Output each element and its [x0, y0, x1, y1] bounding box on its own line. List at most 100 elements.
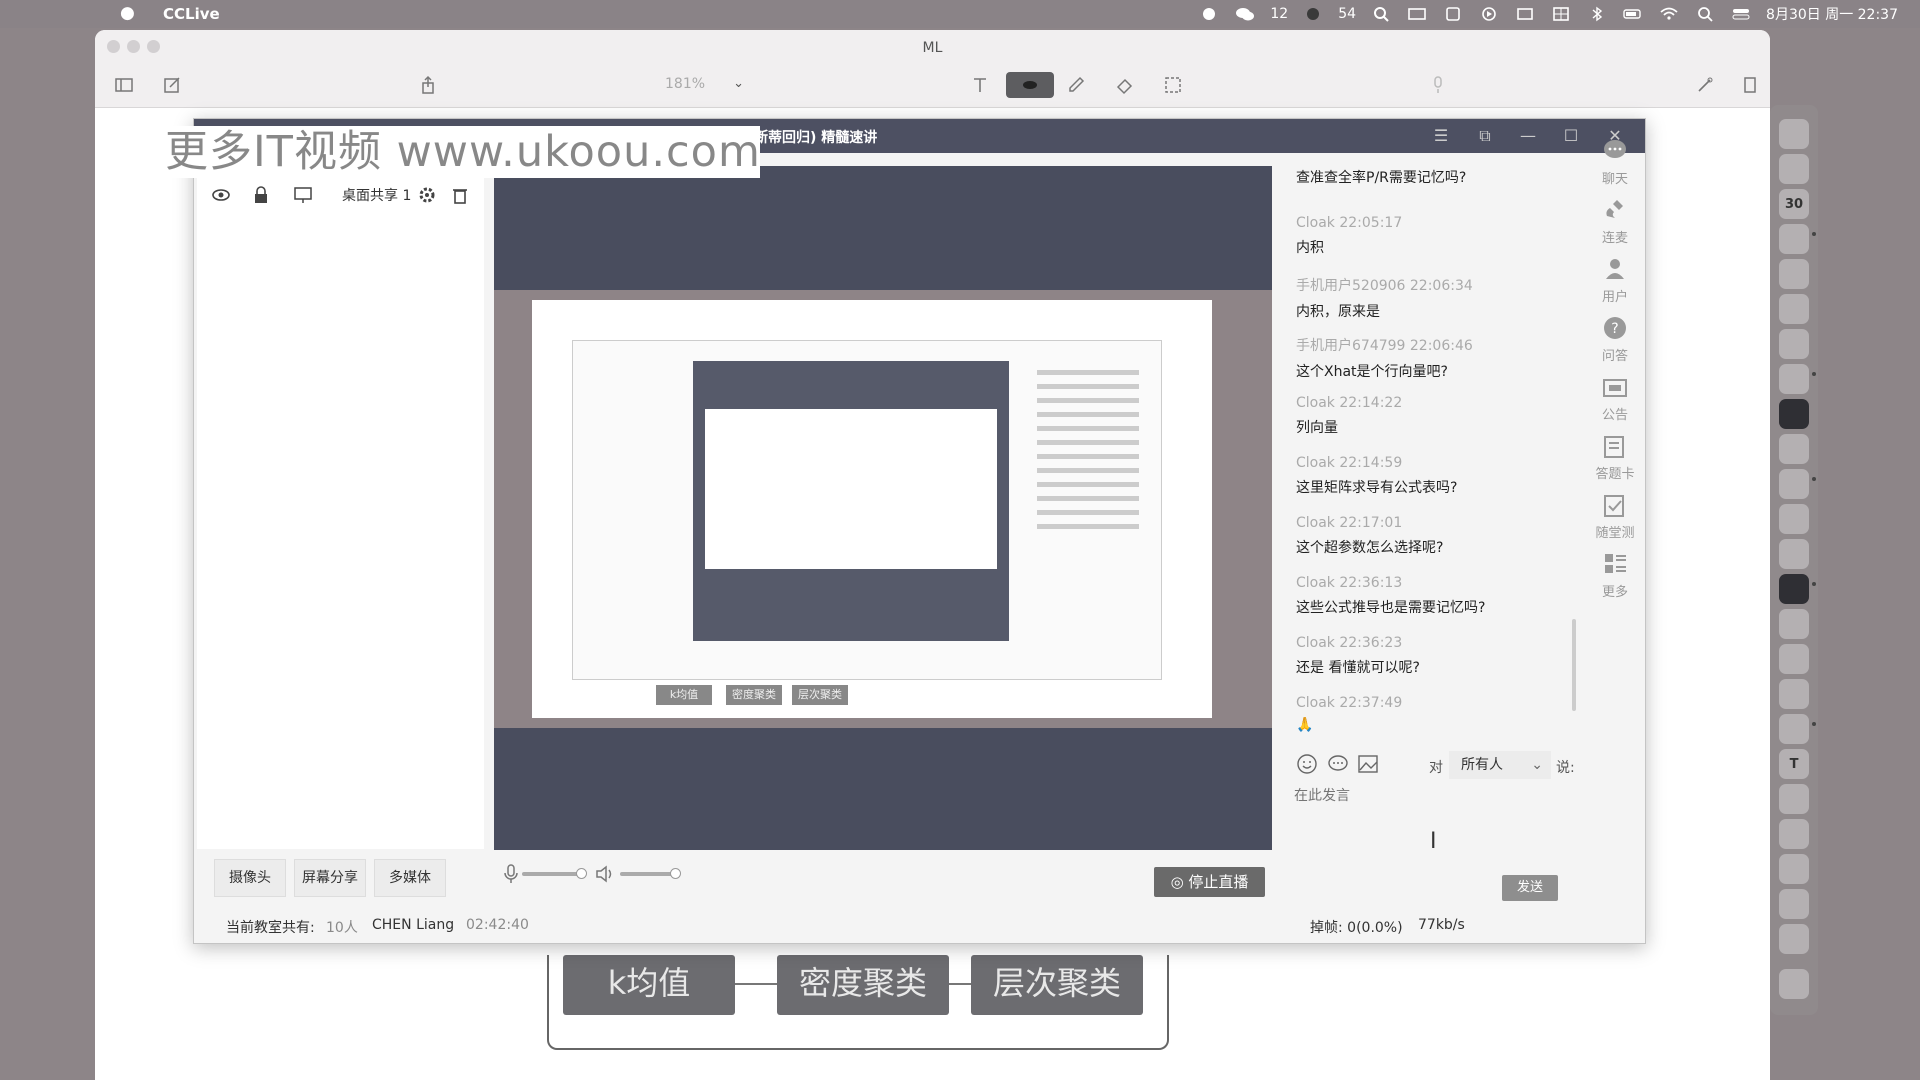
- recipient-select[interactable]: 所有人 ⌄: [1449, 751, 1551, 779]
- terminal-icon[interactable]: [1779, 399, 1809, 429]
- mic-volume-knob[interactable]: [576, 868, 587, 879]
- apple-menu-icon[interactable]: ●: [120, 3, 135, 23]
- slide-box-kmeans: k均值: [563, 955, 735, 1015]
- dock-app-icon[interactable]: [1779, 889, 1809, 919]
- play-icon[interactable]: [1478, 6, 1500, 22]
- trash-bin-icon[interactable]: [448, 183, 472, 207]
- screen-mirror-icon[interactable]: [1514, 6, 1536, 22]
- nav-answer-card[interactable]: 答题卡: [1590, 432, 1640, 482]
- qq-icon[interactable]: [1779, 434, 1809, 464]
- dock-app-icon[interactable]: [1779, 329, 1809, 359]
- menu-icon[interactable]: ☰: [1430, 125, 1452, 147]
- screen-share-button[interactable]: 屏幕分享: [294, 859, 366, 897]
- dock-app-icon[interactable]: [1779, 644, 1809, 674]
- evernote-icon[interactable]: [1198, 6, 1220, 22]
- dock-app-icon[interactable]: [1779, 539, 1809, 569]
- app-menu-name[interactable]: CCLive: [163, 5, 220, 23]
- nav-users[interactable]: 用户: [1590, 255, 1640, 305]
- dock-app-icon[interactable]: [1779, 714, 1809, 744]
- select-icon[interactable]: [1158, 72, 1188, 98]
- spotlight-icon[interactable]: [1694, 6, 1716, 22]
- speaker-volume-slider[interactable]: [620, 872, 674, 876]
- nav-mic-link[interactable]: 连麦: [1590, 196, 1640, 246]
- trash-icon[interactable]: [1779, 969, 1809, 999]
- bookmark-icon[interactable]: [1442, 6, 1464, 22]
- speaker-icon[interactable]: [594, 863, 616, 885]
- wechat-dock-icon[interactable]: [1779, 469, 1809, 499]
- edit-icon[interactable]: [157, 72, 187, 98]
- emoji-icon[interactable]: [1296, 753, 1320, 777]
- background-slide-diagram: k均值 密度聚类 层次聚类: [547, 955, 1169, 1050]
- zoom-select[interactable]: 181% ⌄: [655, 71, 750, 97]
- dock-app-icon[interactable]: [1779, 364, 1809, 394]
- mic-volume-slider[interactable]: [522, 872, 580, 876]
- image-icon[interactable]: [1357, 753, 1381, 777]
- wifi-icon[interactable]: [1658, 6, 1680, 22]
- highlight-icon[interactable]: [1061, 72, 1091, 98]
- send-button[interactable]: 发送: [1502, 875, 1558, 901]
- minimize-icon[interactable]: —: [1517, 125, 1539, 147]
- popout-icon[interactable]: ⧉: [1474, 125, 1496, 147]
- dock-app-icon[interactable]: [1779, 924, 1809, 954]
- sidebar-icon[interactable]: [109, 72, 139, 98]
- notification-icon[interactable]: [1302, 6, 1324, 22]
- books-icon[interactable]: [1779, 854, 1809, 884]
- gear-icon[interactable]: [415, 183, 439, 207]
- dock-app-icon[interactable]: [1779, 574, 1809, 604]
- nav-chat[interactable]: 聊天: [1590, 137, 1640, 187]
- eye-icon[interactable]: [209, 183, 233, 207]
- monitor-icon[interactable]: [291, 183, 315, 207]
- notification-count: 54: [1338, 6, 1357, 22]
- nav-qa[interactable]: ? 问答: [1590, 314, 1640, 364]
- bluetooth-icon[interactable]: [1586, 6, 1608, 22]
- nav-announcement[interactable]: 公告: [1590, 373, 1640, 423]
- multimedia-button[interactable]: 多媒体: [374, 859, 446, 897]
- nested-kmeans-box: k均值: [656, 685, 712, 705]
- dock-app-icon[interactable]: [1779, 154, 1809, 184]
- search-tray-icon[interactable]: [1370, 6, 1392, 22]
- dock-app-icon[interactable]: [1779, 609, 1809, 639]
- wechat-icon[interactable]: [1234, 6, 1256, 22]
- arrow: [735, 983, 777, 985]
- share-icon[interactable]: [413, 72, 443, 98]
- stop-live-button[interactable]: ◎ 停止直播: [1154, 867, 1265, 897]
- dock-app-icon[interactable]: [1779, 224, 1809, 254]
- lock-icon[interactable]: [249, 183, 273, 207]
- dropped-frames: 掉帧: 0(0.0%): [1310, 920, 1403, 936]
- maximize-icon[interactable]: ☐: [1560, 125, 1582, 147]
- dock-app-icon[interactable]: [1779, 784, 1809, 814]
- typora-icon[interactable]: T: [1779, 749, 1809, 779]
- dock-app-icon[interactable]: [1779, 819, 1809, 849]
- calendar-icon[interactable]: 30: [1779, 189, 1809, 219]
- eraser-icon[interactable]: [1110, 72, 1140, 98]
- camera-button[interactable]: 摄像头: [214, 859, 286, 897]
- to-label: 对: [1429, 760, 1443, 776]
- keyboard-icon[interactable]: [1406, 6, 1428, 22]
- chat-scrollbar[interactable]: [1572, 619, 1576, 711]
- dock-app-icon[interactable]: [1779, 259, 1809, 289]
- nested-cclive-window: [572, 340, 1162, 680]
- microphone-icon[interactable]: [1423, 72, 1453, 98]
- nested-density-box: 密度聚类: [726, 685, 782, 705]
- control-center-icon[interactable]: [1730, 6, 1752, 22]
- speaker-volume-knob[interactable]: [670, 868, 681, 879]
- markup-icon[interactable]: [1690, 72, 1720, 98]
- battery-icon[interactable]: [1622, 6, 1644, 22]
- microphone-icon[interactable]: [502, 863, 520, 885]
- room-count: 10人: [326, 920, 358, 936]
- announcement-icon: [1603, 379, 1627, 397]
- nav-more[interactable]: 更多: [1590, 550, 1640, 600]
- github-icon[interactable]: [1779, 679, 1809, 709]
- text-tool-icon[interactable]: [965, 72, 995, 98]
- vscode-icon[interactable]: [1779, 294, 1809, 324]
- chat-message: 手机用户520906 22:06:34 内积，原来是: [1296, 278, 1473, 320]
- dock-app-icon[interactable]: [1779, 119, 1809, 149]
- chat-bubble-icon[interactable]: [1327, 753, 1351, 777]
- dock-app-icon[interactable]: [1779, 504, 1809, 534]
- chat-message: Cloak 22:36:13 这些公式推导也是需要记忆吗?: [1296, 575, 1486, 616]
- draw-tool-icon[interactable]: [1006, 72, 1054, 98]
- nav-quiz[interactable]: 随堂测: [1590, 491, 1640, 541]
- rotate-icon[interactable]: [1735, 72, 1765, 98]
- menubar-clock[interactable]: 8月30日 周一 22:37: [1766, 4, 1898, 24]
- grid-icon[interactable]: [1550, 6, 1572, 22]
